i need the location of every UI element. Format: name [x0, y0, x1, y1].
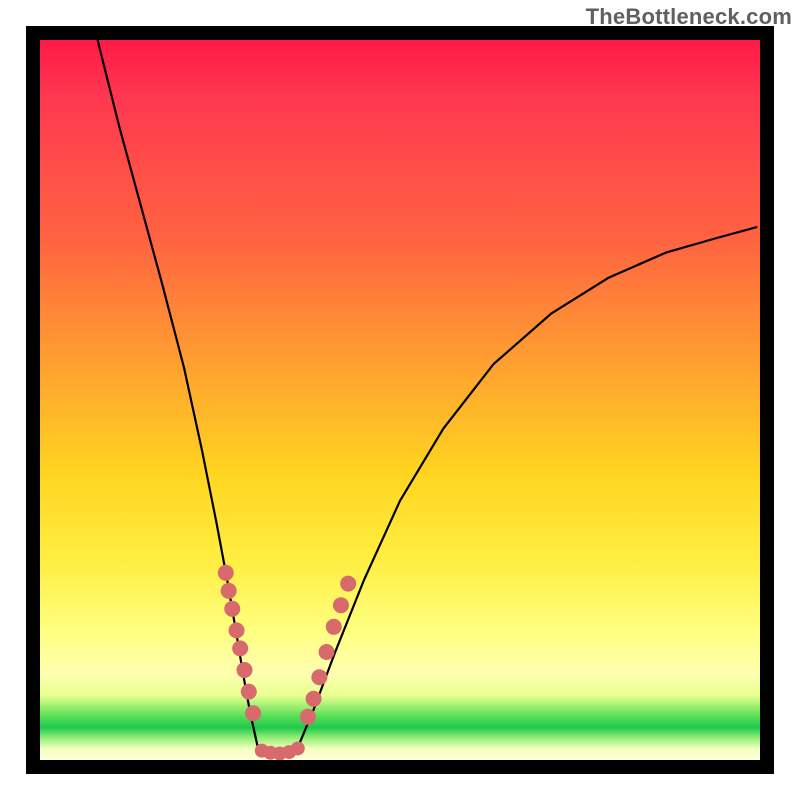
curve-marker-dot — [306, 691, 322, 707]
curve-marker-dot — [224, 601, 240, 617]
curve-marker-dot — [326, 619, 342, 635]
curve-marker-dot — [236, 662, 252, 678]
curve-marker-dot — [221, 583, 237, 599]
curve-markers — [218, 565, 356, 760]
bottleneck-curve — [98, 40, 757, 754]
watermark-text: TheBottleneck.com — [586, 4, 792, 30]
curve-marker-dot — [340, 576, 356, 592]
chart-plot-area — [40, 40, 760, 760]
curve-marker-dot — [291, 741, 305, 755]
curve-marker-dot — [300, 709, 316, 725]
chart-svg — [40, 40, 760, 760]
curve-marker-dot — [229, 622, 245, 638]
curve-marker-dot — [218, 565, 234, 581]
curve-marker-dot — [333, 597, 349, 613]
curve-marker-dot — [311, 669, 327, 685]
curve-marker-dot — [241, 684, 257, 700]
curve-marker-dot — [319, 644, 335, 660]
curve-marker-dot — [245, 705, 261, 721]
curve-marker-dot — [232, 640, 248, 656]
chart-frame — [26, 26, 774, 774]
chart-stage: TheBottleneck.com — [0, 0, 800, 800]
